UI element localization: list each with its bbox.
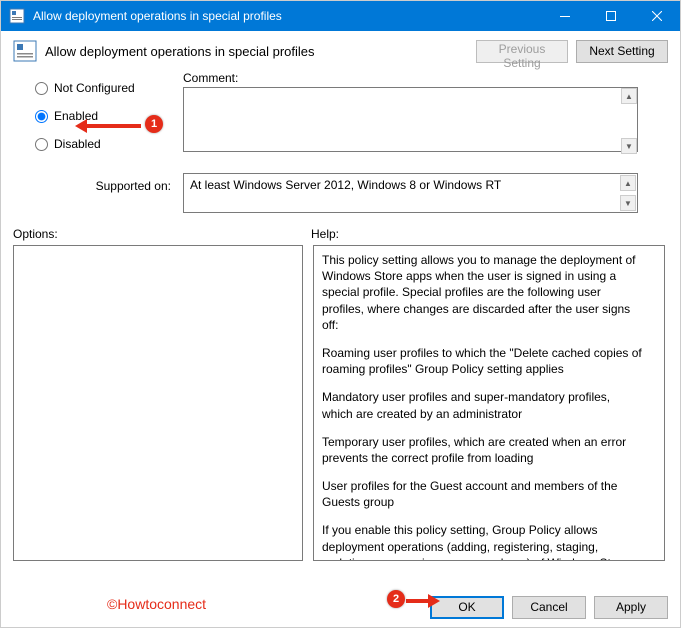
policy-icon-large [13, 39, 37, 63]
radio-enabled[interactable]: Enabled [13, 109, 183, 123]
help-panel[interactable]: This policy setting allows you to manage… [313, 245, 665, 561]
help-paragraph: Roaming user profiles to which the "Dele… [322, 345, 642, 377]
options-label: Options: [13, 227, 311, 241]
radio-enabled-input[interactable] [35, 110, 48, 123]
radio-disabled[interactable]: Disabled [13, 137, 183, 151]
apply-button[interactable]: Apply [594, 596, 668, 619]
radio-not-configured-input[interactable] [35, 82, 48, 95]
help-paragraph: Temporary user profiles, which are creat… [322, 434, 642, 466]
comment-textarea[interactable] [183, 87, 638, 152]
help-label: Help: [311, 227, 339, 241]
watermark: ©Howtoconnect [107, 596, 206, 612]
window-title: Allow deployment operations in special p… [33, 9, 282, 23]
scroll-up-icon[interactable]: ▲ [621, 88, 637, 104]
policy-name: Allow deployment operations in special p… [45, 44, 315, 59]
titlebar: Allow deployment operations in special p… [1, 1, 680, 31]
radio-not-configured-label: Not Configured [54, 81, 135, 95]
minimize-button[interactable] [542, 1, 588, 31]
dialog-footer: OK Cancel Apply [1, 587, 680, 627]
supported-on-value: At least Windows Server 2012, Windows 8 … [183, 173, 638, 213]
cancel-button[interactable]: Cancel [512, 596, 586, 619]
close-button[interactable] [634, 1, 680, 31]
scroll-down-icon[interactable]: ▼ [620, 195, 636, 211]
supported-on-label: Supported on: [13, 173, 183, 193]
help-paragraph: If you enable this policy setting, Group… [322, 522, 642, 561]
help-paragraph: User profiles for the Guest account and … [322, 478, 642, 510]
radio-enabled-label: Enabled [54, 109, 98, 123]
policy-icon [9, 8, 25, 24]
previous-setting-button: Previous Setting [476, 40, 568, 63]
supported-on-text: At least Windows Server 2012, Windows 8 … [190, 178, 501, 192]
help-paragraph: Mandatory user profiles and super-mandat… [322, 389, 642, 421]
options-panel [13, 245, 303, 561]
policy-header: Allow deployment operations in special p… [1, 31, 680, 67]
maximize-button[interactable] [588, 1, 634, 31]
radio-disabled-input[interactable] [35, 138, 48, 151]
next-setting-button[interactable]: Next Setting [576, 40, 668, 63]
radio-disabled-label: Disabled [54, 137, 101, 151]
scroll-up-icon[interactable]: ▲ [620, 175, 636, 191]
scroll-down-icon[interactable]: ▼ [621, 138, 637, 154]
comment-label: Comment: [183, 71, 668, 85]
ok-button[interactable]: OK [430, 596, 504, 619]
radio-not-configured[interactable]: Not Configured [13, 81, 183, 95]
help-paragraph: This policy setting allows you to manage… [322, 252, 642, 333]
